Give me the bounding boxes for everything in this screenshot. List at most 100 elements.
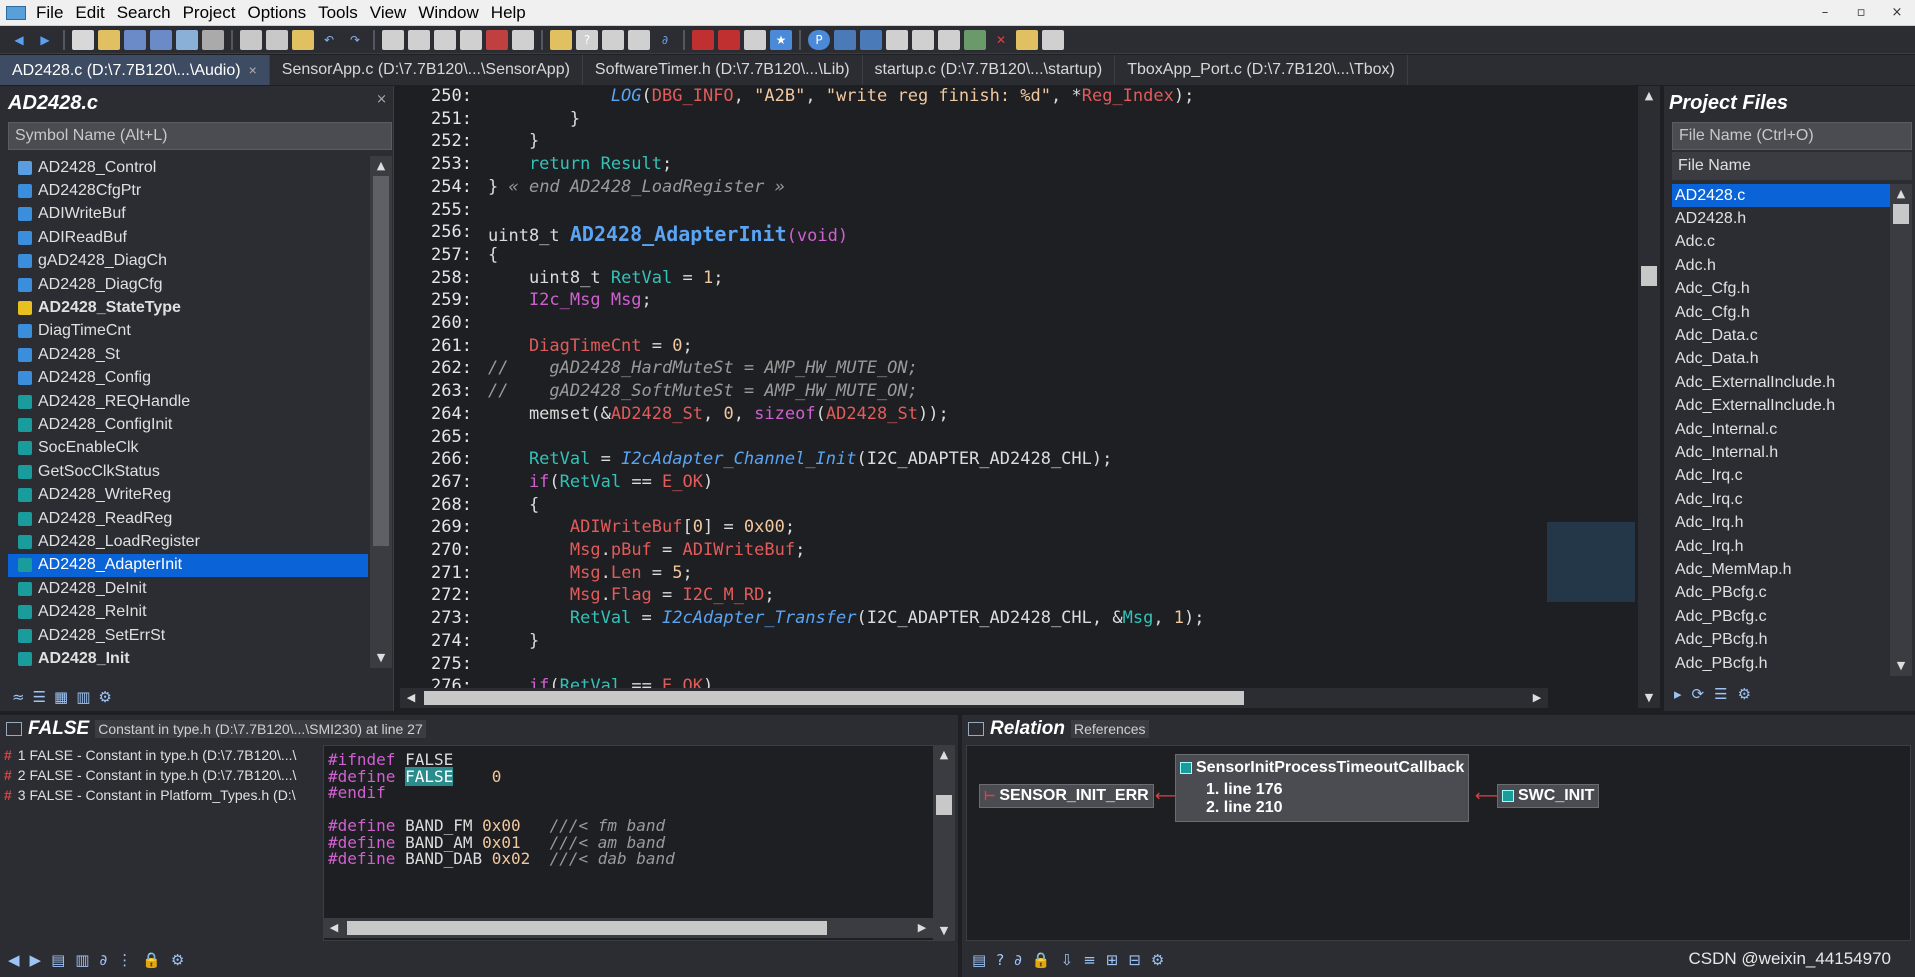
- symbol-item[interactable]: AD2428_ReadReg: [8, 507, 368, 530]
- function-icon[interactable]: [628, 29, 650, 50]
- editor-vertical-scrollbar[interactable]: ▲ ▼: [1638, 86, 1660, 708]
- reference-line[interactable]: 1. line 176: [1206, 781, 1283, 799]
- symbol-item[interactable]: AD2428CfgPtr: [8, 179, 368, 202]
- scroll-up-icon[interactable]: ▲: [933, 745, 955, 765]
- tab-ad2428-c[interactable]: AD2428.c (D:\7.7B120\...\Audio) ×: [0, 55, 270, 85]
- symbol-item[interactable]: AD2428_SetErrSt: [8, 624, 368, 647]
- menu-edit[interactable]: Edit: [69, 0, 110, 26]
- file-item[interactable]: Adc_Irq.h: [1672, 535, 1890, 558]
- scrollbar-thumb[interactable]: [1893, 204, 1909, 224]
- symbol-item[interactable]: AD2428_WriteReg: [8, 483, 368, 506]
- gear-icon[interactable]: ⚙: [98, 688, 111, 706]
- symbol-list-scrollbar[interactable]: ▲ ▼: [370, 156, 392, 668]
- scroll-left-icon[interactable]: ◀: [323, 918, 345, 938]
- symbol-item[interactable]: AD2428_Init: [8, 647, 368, 668]
- editor-horizontal-scrollbar[interactable]: ◀ ▶: [400, 688, 1548, 708]
- close-icon[interactable]: ×: [249, 62, 257, 78]
- relation-node-center[interactable]: SensorInitProcessTimeoutCallback 1. line…: [1175, 754, 1470, 822]
- folder-icon[interactable]: ▸: [1674, 685, 1682, 703]
- file-item[interactable]: Adc_MemMap.h: [1672, 558, 1890, 581]
- scroll-down-icon[interactable]: ▼: [933, 921, 955, 941]
- symbol-item[interactable]: AD2428_Config: [8, 367, 368, 390]
- definition-vertical-scrollbar[interactable]: ▲ ▼: [933, 745, 955, 941]
- tree-icon[interactable]: [834, 29, 856, 50]
- symbol-item[interactable]: AD2428_DiagCfg: [8, 273, 368, 296]
- list-view-icon[interactable]: ☰: [1714, 685, 1727, 703]
- doc-icon[interactable]: ▤: [972, 951, 986, 969]
- file-item[interactable]: Adc_PBcfg.c: [1672, 582, 1890, 605]
- symbol-item[interactable]: ADIWriteBuf: [8, 203, 368, 226]
- minimize-button[interactable]: –: [1807, 0, 1843, 26]
- outline-icon[interactable]: ⋮: [117, 951, 132, 969]
- save-icon[interactable]: [124, 29, 146, 50]
- find-icon[interactable]: [382, 29, 404, 50]
- symbol-item[interactable]: AD2428_Control: [8, 156, 368, 179]
- scroll-down-icon[interactable]: ▼: [370, 648, 392, 668]
- layout-icon[interactable]: ≡: [1083, 951, 1096, 969]
- symbol-item[interactable]: GetSocClkStatus: [8, 460, 368, 483]
- sync-icon[interactable]: ∂: [654, 30, 676, 50]
- graph-icon[interactable]: [964, 29, 986, 50]
- file-item[interactable]: Adc_PBcfg.h: [1672, 652, 1890, 674]
- doc-icon[interactable]: ▤: [51, 951, 65, 969]
- file-item[interactable]: Adc_ExternalInclude.h: [1672, 395, 1890, 418]
- close-icon[interactable]: ×: [376, 92, 387, 107]
- definition-item[interactable]: #2 FALSE - Constant in type.h (D:\7.7B12…: [4, 765, 320, 785]
- relation-node-right[interactable]: SWC_INIT: [1497, 784, 1600, 808]
- new-file-icon[interactable]: [72, 29, 94, 50]
- file-item[interactable]: Adc_PBcfg.c: [1672, 605, 1890, 628]
- relation-icon[interactable]: ✕: [990, 30, 1012, 50]
- code-editor[interactable]: 250: 251: 252: 253: 254: 255: 256: 257: 258: 259:…: [400, 86, 1645, 696]
- symbol-item[interactable]: ADIReadBuf: [8, 226, 368, 249]
- find-prev-icon[interactable]: [434, 29, 456, 50]
- copy-icon[interactable]: [266, 29, 288, 50]
- symbol-item[interactable]: AD2428_DeInit: [8, 577, 368, 600]
- category-icon[interactable]: ▦: [54, 688, 68, 706]
- cut-icon[interactable]: [240, 29, 262, 50]
- menu-file[interactable]: File: [30, 0, 69, 26]
- file-item[interactable]: Adc_Cfg.h: [1672, 278, 1890, 301]
- reference-line[interactable]: 2. line 210: [1206, 799, 1283, 817]
- file-item[interactable]: AD2428.h: [1672, 207, 1890, 230]
- p-icon[interactable]: P: [808, 29, 830, 50]
- scroll-down-icon[interactable]: ▼: [1638, 688, 1660, 708]
- open-folder-icon[interactable]: [98, 29, 120, 50]
- file-item[interactable]: Adc_Cfg.h: [1672, 301, 1890, 324]
- sync-icon[interactable]: ⟳: [1692, 685, 1705, 703]
- context-icon[interactable]: [1016, 29, 1038, 50]
- lock-icon[interactable]: 🔒: [142, 951, 161, 969]
- file-item[interactable]: Adc_PBcfg.h: [1672, 628, 1890, 651]
- file-item[interactable]: Adc_ExternalInclude.h: [1672, 371, 1890, 394]
- minimap[interactable]: [1545, 86, 1639, 686]
- panel-icon[interactable]: [938, 29, 960, 50]
- close-window-button[interactable]: ×: [1879, 0, 1915, 26]
- forward-icon[interactable]: ▶: [30, 951, 42, 969]
- scrollbar-thumb[interactable]: [424, 691, 1244, 705]
- star-icon[interactable]: ★: [770, 29, 792, 50]
- replace-icon[interactable]: [460, 29, 482, 50]
- file-item[interactable]: AD2428.c: [1672, 184, 1890, 208]
- file-item[interactable]: Adc_Irq.c: [1672, 465, 1890, 488]
- help-icon[interactable]: ?: [576, 29, 598, 50]
- file-item[interactable]: Adc_Internal.h: [1672, 441, 1890, 464]
- symbol-item[interactable]: AD2428_St: [8, 343, 368, 366]
- sort-icon[interactable]: ≈: [12, 688, 25, 706]
- lock-icon[interactable]: 🔒: [1032, 951, 1051, 969]
- file-name-column-header[interactable]: File Name: [1672, 152, 1912, 180]
- doc-icon[interactable]: [886, 29, 908, 50]
- file-item[interactable]: Adc_Data.h: [1672, 348, 1890, 371]
- sync-icon[interactable]: ∂: [99, 951, 107, 969]
- export-icon[interactable]: ⇩: [1061, 951, 1074, 969]
- symbol-item[interactable]: SocEnableClk: [8, 437, 368, 460]
- scrollbar-thumb[interactable]: [347, 921, 827, 935]
- bookmark-icon[interactable]: [512, 29, 534, 50]
- outline-icon[interactable]: [860, 29, 882, 50]
- file-list-scrollbar[interactable]: ▲ ▼: [1890, 184, 1912, 676]
- layout-icon[interactable]: [1042, 29, 1064, 50]
- scroll-up-icon[interactable]: ▲: [370, 156, 392, 176]
- symbol-item[interactable]: AD2428_LoadRegister: [8, 530, 368, 553]
- gear-icon[interactable]: ⚙: [1738, 685, 1751, 703]
- find-next-icon[interactable]: [408, 29, 430, 50]
- print-icon[interactable]: [202, 29, 224, 50]
- back-icon[interactable]: ◀: [8, 30, 30, 50]
